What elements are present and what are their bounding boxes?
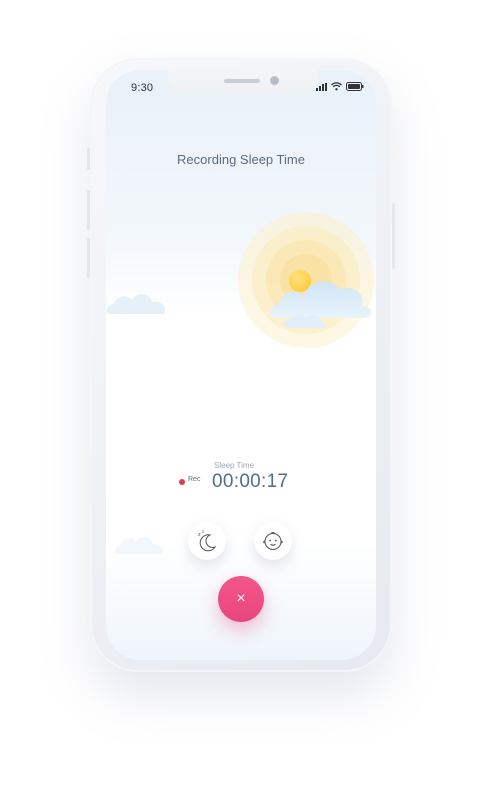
phone-frame: 9:30 Recording Sleep Time Rec Sleep Time… xyxy=(87,58,395,672)
sleep-timer: 00:00:17 xyxy=(212,471,289,492)
status-icons xyxy=(316,82,364,91)
timer-label: Sleep Time xyxy=(214,461,255,470)
rec-indicator-dot xyxy=(179,479,185,485)
close-icon: × xyxy=(236,590,246,607)
moon-sleep-icon: z z xyxy=(198,529,217,552)
front-camera xyxy=(270,76,279,85)
cloud-bottom-left-icon xyxy=(115,536,163,554)
mute-switch xyxy=(87,148,90,170)
speaker xyxy=(224,79,260,83)
signal-icon xyxy=(316,82,327,91)
power-button xyxy=(392,203,395,269)
baby-mode-button[interactable] xyxy=(254,522,292,560)
wifi-icon xyxy=(331,82,342,91)
svg-text:z: z xyxy=(198,532,201,538)
rec-label: Rec xyxy=(188,476,201,483)
battery-icon xyxy=(346,82,364,91)
stop-recording-button[interactable]: × xyxy=(218,576,264,622)
cloud-left-icon xyxy=(106,294,166,314)
svg-text:z: z xyxy=(202,529,204,534)
page-title: Recording Sleep Time xyxy=(177,152,305,167)
app-screen: 9:30 Recording Sleep Time Rec Sleep Time… xyxy=(106,70,376,660)
stage: 9:30 Recording Sleep Time Rec Sleep Time… xyxy=(0,0,500,787)
volume-up-button xyxy=(87,190,90,230)
volume-down-button xyxy=(87,238,90,278)
status-time: 9:30 xyxy=(131,82,154,94)
cloud-right-icon xyxy=(270,281,372,328)
baby-face-icon xyxy=(263,531,283,550)
sleep-mode-button[interactable]: z z xyxy=(188,522,226,560)
notch xyxy=(168,70,318,94)
